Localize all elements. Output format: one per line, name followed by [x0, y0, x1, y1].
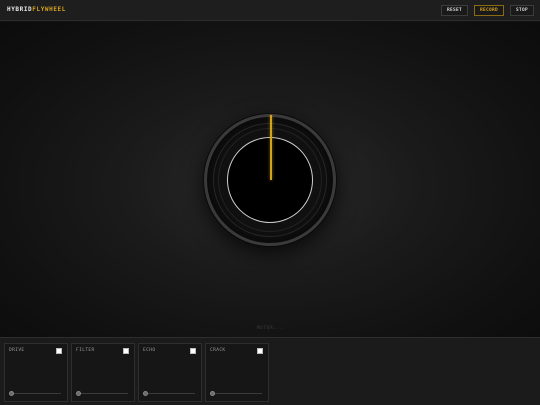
effects-rack: DRIVE FILTER ECHO CRACK — [0, 337, 540, 405]
motor-status-text: MOTOR... — [256, 326, 284, 331]
module-label: DRIVE — [9, 348, 25, 353]
app-title: HYBRIDFLYWHEEL — [7, 6, 66, 13]
filter-slider-track[interactable] — [78, 393, 128, 394]
filter-toggle-checkbox[interactable] — [123, 348, 129, 354]
drive-slider-handle[interactable] — [9, 391, 14, 396]
record-button[interactable]: RECORD — [474, 5, 504, 16]
module-label: ECHO — [143, 348, 156, 353]
module-label: CRACK — [210, 348, 226, 353]
brand-word-flywheel: FLYWHEEL — [32, 6, 66, 13]
echo-slider-track[interactable] — [145, 393, 195, 394]
module-drive: DRIVE — [4, 343, 68, 402]
crack-toggle-checkbox[interactable] — [257, 348, 263, 354]
module-crack: CRACK — [205, 343, 269, 402]
drive-toggle-checkbox[interactable] — [56, 348, 62, 354]
stop-button[interactable]: STOP — [510, 5, 534, 16]
echo-slider-handle[interactable] — [143, 391, 148, 396]
drive-slider-track[interactable] — [11, 393, 61, 394]
module-label: FILTER — [76, 348, 95, 353]
crack-slider-handle[interactable] — [210, 391, 215, 396]
echo-toggle-checkbox[interactable] — [190, 348, 196, 354]
brand-word-hybrid: HYBRID — [7, 6, 33, 13]
header-bar: HYBRIDFLYWHEEL RESET RECORD STOP — [0, 0, 540, 21]
filter-slider-handle[interactable] — [76, 391, 81, 396]
module-echo: ECHO — [138, 343, 202, 402]
reset-button[interactable]: RESET — [441, 5, 468, 16]
flywheel-stage: MOTOR... — [0, 22, 540, 337]
flywheel-disc[interactable] — [204, 114, 336, 246]
module-filter: FILTER — [71, 343, 135, 402]
position-needle — [270, 115, 272, 180]
crack-slider-track[interactable] — [212, 393, 262, 394]
